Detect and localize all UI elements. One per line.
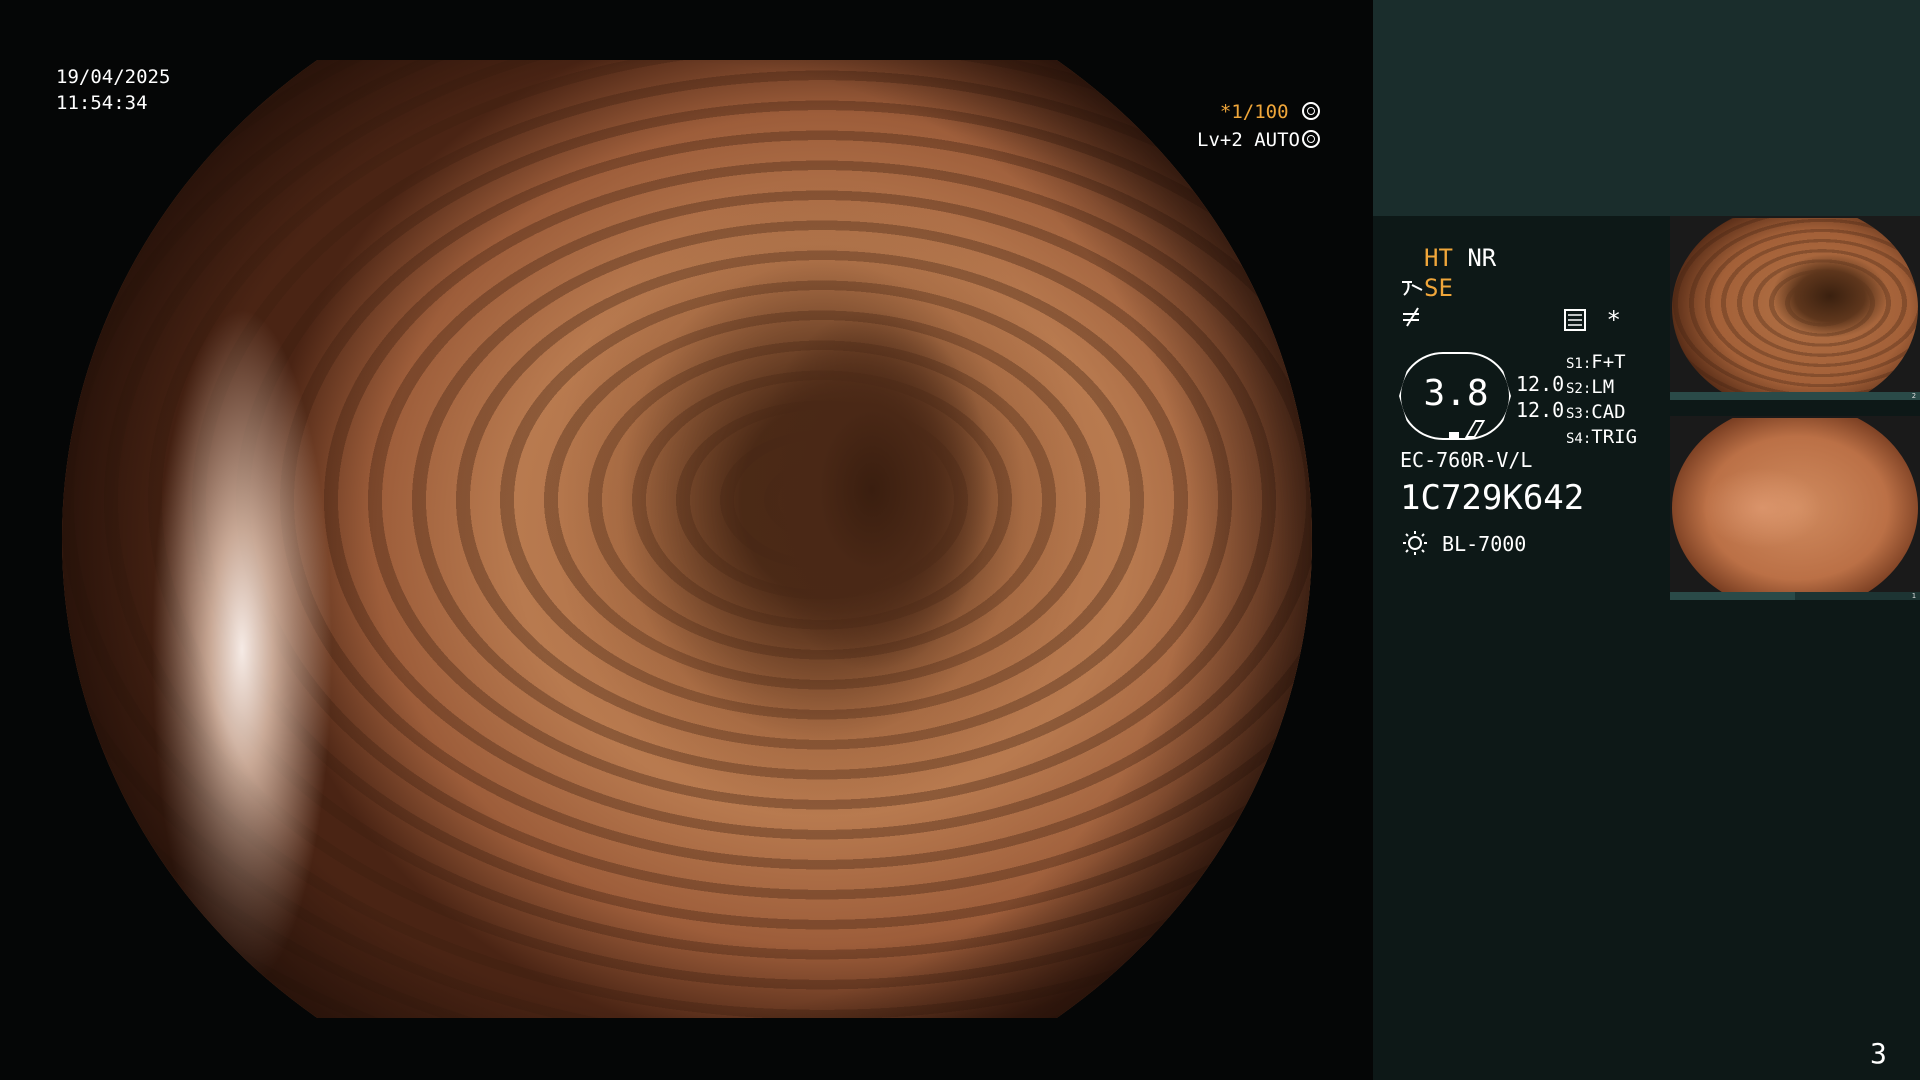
- light-source-row: BL-7000: [1400, 530, 1526, 558]
- switch-row: S4:TRIG: [1566, 426, 1638, 448]
- panel-header: [1373, 0, 1920, 216]
- asterisk-indicator: *: [1606, 306, 1621, 334]
- vignette: [62, 60, 1312, 1018]
- nr-label: NR: [1467, 244, 1497, 272]
- exposure-mode: AUTO: [1254, 129, 1300, 151]
- thumbnail-bar: [1670, 592, 1920, 600]
- shutter-star: *: [1219, 101, 1232, 123]
- capture-thumbnail[interactable]: 1: [1670, 416, 1920, 600]
- ht-nr-row: HT NR: [1424, 244, 1496, 272]
- switch-row: S1:F+T: [1566, 351, 1626, 373]
- capture-thumbnail[interactable]: 2: [1670, 216, 1920, 400]
- date-label: 19/04/2025: [56, 66, 171, 88]
- endoscopic-image: [62, 60, 1312, 1018]
- thumbnail-progress: [1670, 592, 1795, 600]
- thumbnail-bar: [1670, 392, 1920, 400]
- switch-row: S2:LM: [1566, 376, 1615, 398]
- display-value: 3.8: [1423, 373, 1489, 414]
- shutter-dial-icon: [1302, 102, 1320, 120]
- status-icons-row: *: [1564, 306, 1621, 334]
- lens-value-2: 12.0: [1516, 398, 1565, 422]
- page-number: 3: [1870, 1037, 1887, 1070]
- scope-model: EC-760R-V/L: [1400, 448, 1533, 472]
- thumbnail-index: 1: [1911, 592, 1916, 600]
- time-label: 11:54:34: [56, 92, 148, 114]
- light-source-label: BL-7000: [1442, 532, 1527, 556]
- scope-switch-list: S1:F+T S2:LM S3:CAD S4:TRIG: [1566, 350, 1637, 450]
- exposure-indicators: *1/100 Lv+2 AUTO: [1170, 98, 1320, 154]
- switch-row: S3:CAD: [1566, 401, 1626, 423]
- se-label: SE: [1424, 274, 1453, 302]
- gauge-mark-icon: [1449, 432, 1459, 440]
- shutter-speed: 1/100: [1231, 101, 1289, 123]
- lens-value-1: 12.0: [1516, 372, 1565, 396]
- scope-serial: 1C729K642: [1400, 478, 1585, 518]
- light-source-icon: [1403, 531, 1427, 555]
- se-row: SE: [1400, 274, 1453, 302]
- thumbnail-image: [1672, 218, 1918, 398]
- settings-list-icon: [1564, 309, 1586, 331]
- not-equal-icon: [1403, 307, 1419, 327]
- ht-label: HT: [1424, 244, 1453, 272]
- level-label: Lv+2: [1197, 129, 1243, 151]
- thumbnail-progress: [1670, 392, 1920, 400]
- date-time-display: 19/04/2025 11:54:34: [56, 64, 170, 116]
- exposure-dial-icon: [1302, 130, 1320, 148]
- thumbnail-image: [1672, 418, 1918, 598]
- freeze-row: [1400, 304, 1424, 334]
- thumbnail-index: 2: [1911, 392, 1916, 400]
- endoscope-view-area: 19/04/2025 11:54:34 *1/100 Lv+2 AUTO: [0, 0, 1373, 1080]
- enhance-icon: [1402, 281, 1423, 296]
